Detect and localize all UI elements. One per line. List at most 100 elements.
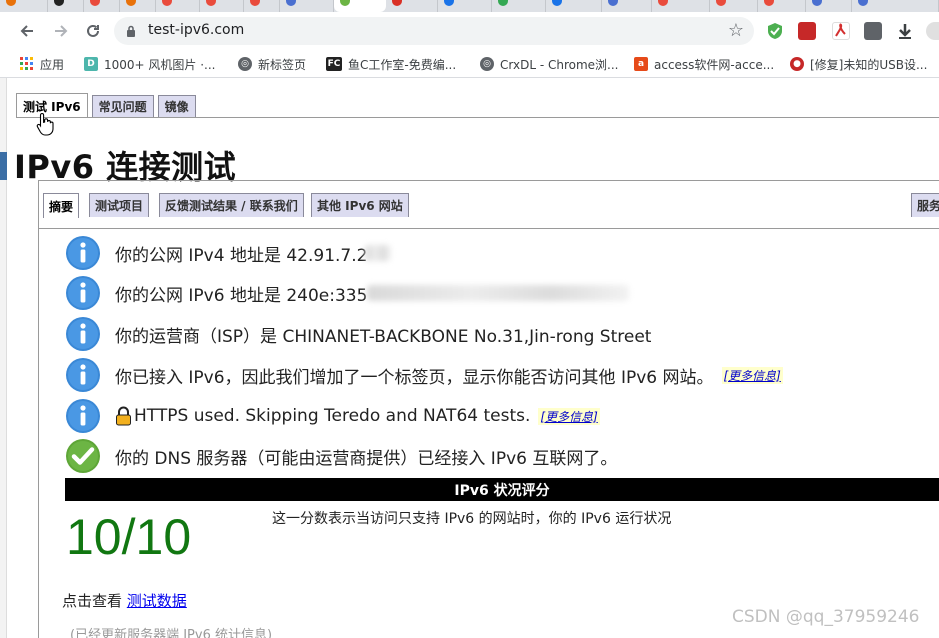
extension-gray-icon[interactable] [864,22,882,40]
bookmark-fan-images[interactable]: D 1000+ 风机图片 ·... [84,55,215,73]
address-bar[interactable]: test-ipv6.com ☆ [114,17,754,45]
url-text: test-ipv6.com [148,22,245,38]
browser-tab[interactable] [852,0,939,12]
redacted-blur [367,285,630,301]
browser-tab[interactable] [0,0,48,12]
tab-divider [16,117,939,118]
hand-cursor-icon [36,112,54,136]
result-ipv6-tab: 你已接入 IPv6，因此我们增加了一个标签页，显示你能否访问其他 IPv6 网站… [65,355,783,395]
result-https: HTTPS used. Skipping Teredo and NAT64 te… [65,396,600,436]
d-icon: D [84,57,98,71]
reload-icon [87,24,99,37]
redacted-blur [365,245,392,261]
tab-other-sites[interactable]: 其他 IPv6 网站 [311,193,409,217]
download-icon[interactable] [896,22,914,40]
more-info-link[interactable]: [更多信息] [538,407,600,425]
adguard-shield-icon[interactable] [766,22,784,40]
stats-footnote: (已经更新服务器端 IPv6 统计信息) [70,628,273,638]
score-value: 10/10 [66,509,192,565]
info-icon [66,317,100,351]
result-dns: 你的 DNS 服务器（可能由运营商提供）已经接入 IPv6 互联网了。 [65,436,617,476]
tab-feedback[interactable]: 反馈测试结果 / 联系我们 [159,193,304,217]
bookmark-star-icon[interactable]: ☆ [728,20,744,41]
profile-avatar[interactable] [926,22,939,40]
background-window-edge [0,78,7,638]
bookmark-usb-fix[interactable]: ● [修复]未知的USB设... [790,55,927,73]
browser-tab[interactable] [546,0,602,12]
bookmark-fishc[interactable]: FC 鱼C工作室-免费编... [326,55,456,73]
tab-faq[interactable]: 常见问题 [91,95,154,117]
apple-icon: ● [790,57,804,71]
extension-red-icon[interactable] [798,22,816,40]
info-icon [66,236,100,270]
result-text: HTTPS used. Skipping Teredo and NAT64 te… [134,406,531,426]
forward-button[interactable] [48,18,74,44]
result-text: 你的 DNS 服务器（可能由运营商提供）已经接入 IPv6 互联网了。 [115,448,618,469]
result-ipv4: 你的公网 IPv4 地址是 42.91.7.2 [65,233,392,273]
score-header: IPv6 状况评分 [65,478,939,501]
browser-toolbar: test-ipv6.com ☆ [0,12,939,50]
browser-tab[interactable] [652,0,710,12]
browser-tab[interactable] [602,0,652,12]
view-data-line: 点击查看 测试数据 [62,590,187,611]
info-icon [66,276,100,310]
reload-button[interactable] [80,18,106,44]
lock-icon [127,25,135,37]
tab-summary[interactable]: 摘要 [43,193,80,218]
fc-icon: FC [326,57,342,71]
browser-tab[interactable] [48,0,84,12]
bookmark-label: 鱼C工作室-免费编... [348,57,457,72]
bookmark-label: CrxDL - Chrome浏... [500,57,619,72]
info-icon [66,358,100,392]
bookmark-new-tab[interactable]: ◎ 新标签页 [238,55,306,73]
result-text: 你的运营商（ISP）是 CHINANET-BACKBONE No.31,Jin-… [115,326,652,347]
browser-tab-active[interactable] [334,0,386,12]
browser-tab[interactable] [156,0,200,12]
view-prefix: 点击查看 [62,592,123,610]
browser-tab[interactable] [492,0,546,12]
tab-tests[interactable]: 测试项目 [89,193,150,217]
info-icon [66,399,100,433]
sub-tabs: 摘要 测试项目 反馈测试结果 / 联系我们 其他 IPv6 网站 服务 [43,193,939,218]
test-data-link[interactable]: 测试数据 [127,592,187,610]
bookmark-crxdl[interactable]: ◎ CrxDL - Chrome浏... [480,55,619,73]
result-text: 你已接入 IPv6，因此我们增加了一个标签页，显示你能否访问其他 IPv6 网站… [115,367,714,388]
score-description: 这一分数表示当访问只支持 IPv6 的网站时，你的 IPv6 运行状况 [272,511,672,527]
bookmark-label: access软件网-acce... [654,57,775,72]
tab-services[interactable]: 服务 [911,193,939,217]
result-text: 你的公网 IPv4 地址是 42.91.7.2 [115,245,368,266]
csdn-watermark: CSDN @qq_37959246 [732,607,920,627]
browser-tab-strip [0,0,939,12]
bookmark-label: 1000+ 风机图片 ·... [104,57,216,72]
browser-tab[interactable] [710,0,758,12]
bookmark-apps[interactable]: 应用 [20,55,64,73]
browser-tab[interactable] [280,0,334,12]
tab-mirrors[interactable]: 镜像 [157,95,196,117]
check-icon [66,439,100,473]
browser-tab[interactable] [84,0,120,12]
browser-tab[interactable] [120,0,156,12]
back-arrow-icon [20,25,33,37]
back-button[interactable] [14,18,40,44]
padlock-icon [116,406,131,426]
browser-tab[interactable] [244,0,280,12]
bookmark-label: [修复]未知的USB设... [810,57,928,72]
subtab-divider [39,228,939,229]
bookmarks-bar: 应用 D 1000+ 风机图片 ·... ◎ 新标签页 FC 鱼C工作室-免费编… [0,50,939,78]
bookmark-label: 应用 [40,57,65,72]
globe-icon: ◎ [480,57,494,71]
globe-icon: ◎ [238,57,252,71]
browser-tab[interactable] [438,0,492,12]
result-isp: 你的运营商（ISP）是 CHINANET-BACKBONE No.31,Jin-… [65,314,651,354]
pdf-extension-icon[interactable] [832,22,850,40]
bookmark-access[interactable]: a access软件网-acce... [634,55,774,73]
result-ipv6: 你的公网 IPv6 地址是 240e:335 [65,273,630,313]
browser-tab[interactable] [758,0,806,12]
browser-tab[interactable] [386,0,438,12]
apps-grid-icon [20,57,34,71]
more-info-link[interactable]: [更多信息] [721,366,783,384]
access-icon: a [634,57,648,71]
browser-tab[interactable] [200,0,244,12]
browser-tab[interactable] [806,0,852,12]
summary-panel: 摘要 测试项目 反馈测试结果 / 联系我们 其他 IPv6 网站 服务 你的公网… [38,180,939,638]
